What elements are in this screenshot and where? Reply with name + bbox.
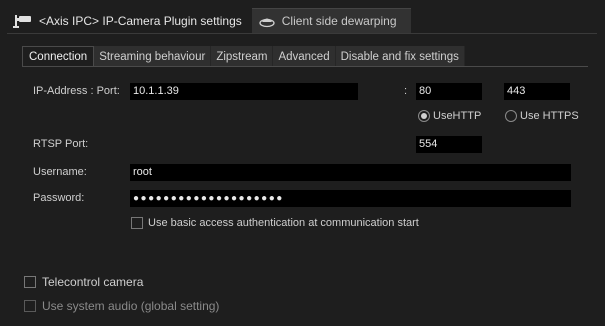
checkbox-box bbox=[24, 276, 36, 288]
use-system-audio-checkbox[interactable]: Use system audio (global setting) bbox=[24, 299, 219, 313]
camera-icon bbox=[11, 12, 33, 30]
sub-tab-bar: Connection Streaming behaviour Zipstream… bbox=[22, 46, 465, 67]
ip-address-input[interactable]: 10.1.1.39 bbox=[130, 83, 358, 100]
http-port-input[interactable]: 80 bbox=[416, 83, 482, 100]
use-https-radio[interactable]: Use HTTPS bbox=[505, 110, 579, 122]
use-http-label: UseHTTP bbox=[433, 110, 482, 122]
tab-label: Client side dewarping bbox=[281, 14, 397, 28]
rtsp-port-label: RTSP Port: bbox=[33, 138, 89, 150]
use-http-radio[interactable]: UseHTTP bbox=[418, 110, 481, 122]
tab-label: <Axis IPC> IP-Camera Plugin settings bbox=[39, 13, 242, 28]
port-separator: : bbox=[404, 85, 408, 97]
tab-divider bbox=[7, 33, 597, 34]
tab-disable-and-fix-settings[interactable]: Disable and fix settings bbox=[335, 46, 465, 67]
basic-auth-label: Use basic access authentication at commu… bbox=[148, 217, 419, 229]
password-input[interactable]: ●●●●●●●●●●●●●●●●●●●● bbox=[130, 190, 571, 207]
https-port-input[interactable]: 443 bbox=[504, 83, 570, 100]
checkbox-box bbox=[24, 300, 36, 312]
password-label: Password: bbox=[33, 192, 85, 204]
username-input[interactable]: root bbox=[130, 164, 571, 181]
system-audio-label: Use system audio (global setting) bbox=[42, 299, 220, 313]
dome-camera-icon bbox=[258, 12, 276, 30]
ip-address-label: IP-Address : Port: bbox=[33, 85, 120, 97]
radio-circle bbox=[418, 110, 430, 122]
username-label: Username: bbox=[33, 166, 87, 178]
checkbox-box bbox=[131, 217, 143, 229]
tab-client-side-dewarping[interactable]: Client side dewarping bbox=[251, 8, 411, 33]
radio-circle bbox=[505, 110, 517, 122]
tab-zipstream[interactable]: Zipstream bbox=[211, 46, 274, 67]
basic-auth-checkbox[interactable]: Use basic access authentication at commu… bbox=[131, 217, 419, 229]
tab-streaming-behaviour[interactable]: Streaming behaviour bbox=[94, 46, 212, 67]
telecontrol-camera-checkbox[interactable]: Telecontrol camera bbox=[24, 275, 143, 289]
tab-ip-camera-plugin-settings[interactable]: <Axis IPC> IP-Camera Plugin settings bbox=[7, 8, 250, 33]
rtsp-port-input[interactable]: 554 bbox=[416, 136, 482, 153]
telecontrol-label: Telecontrol camera bbox=[42, 275, 144, 289]
top-tab-bar: <Axis IPC> IP-Camera Plugin settings Cli… bbox=[7, 8, 411, 33]
tab-advanced[interactable]: Advanced bbox=[273, 46, 336, 67]
use-https-label: Use HTTPS bbox=[520, 110, 579, 122]
tab-connection[interactable]: Connection bbox=[22, 46, 95, 67]
